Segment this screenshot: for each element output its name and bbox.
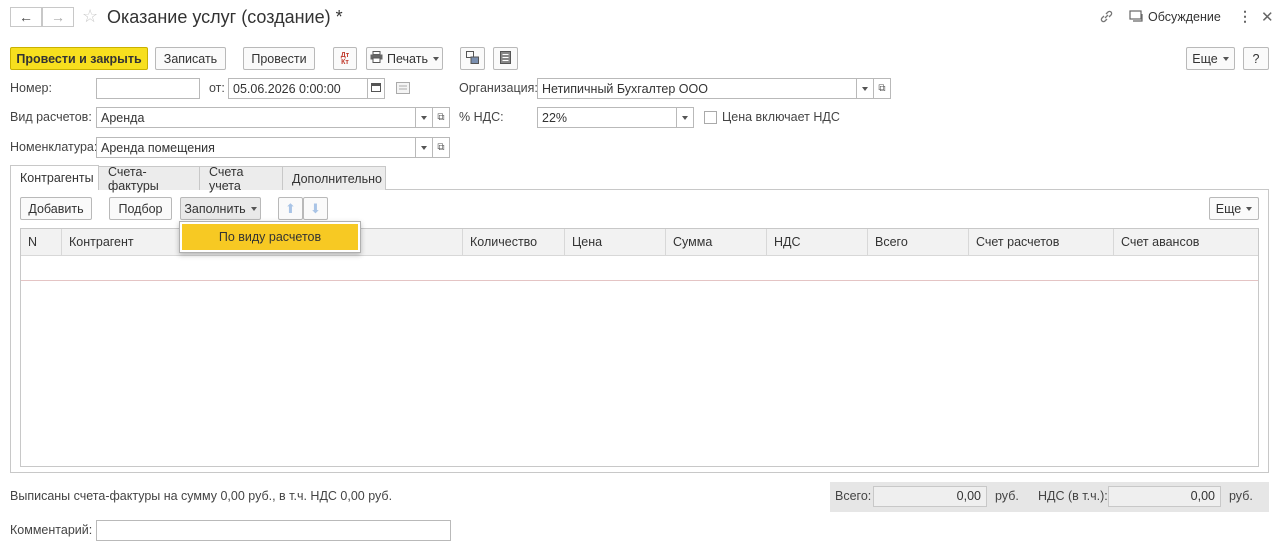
post-and-close-button[interactable]: Провести и закрыть bbox=[10, 47, 148, 70]
comment-field[interactable] bbox=[96, 520, 451, 541]
chevron-down-icon bbox=[421, 115, 427, 120]
tab-counterparties[interactable]: Контрагенты bbox=[10, 165, 99, 190]
price-incl-vat-checkbox[interactable] bbox=[704, 111, 717, 124]
chevron-down-icon bbox=[862, 86, 868, 91]
calc-type-label: Вид расчетов: bbox=[10, 110, 92, 124]
date-field[interactable]: 05.06.2026 0:00:00 bbox=[228, 78, 368, 99]
post-button[interactable]: Провести bbox=[243, 47, 315, 70]
nomenclature-open-button[interactable]: ⧉ bbox=[432, 137, 450, 158]
document-settings-icon[interactable] bbox=[396, 82, 410, 97]
back-button[interactable]: ← bbox=[10, 7, 42, 27]
column-header-sum[interactable]: Сумма bbox=[666, 229, 767, 255]
number-field[interactable] bbox=[96, 78, 200, 99]
nomenclature-label: Номенклатура: bbox=[10, 140, 98, 154]
more-button[interactable]: Еще bbox=[1186, 47, 1235, 70]
vat-currency: руб. bbox=[1229, 489, 1253, 503]
favorite-star-icon[interactable]: ☆ bbox=[82, 6, 98, 27]
date-from-label: от: bbox=[209, 81, 225, 95]
calendar-icon bbox=[371, 82, 381, 95]
nomenclature-dropdown-button[interactable] bbox=[415, 137, 433, 158]
calc-type-open-button[interactable]: ⧉ bbox=[432, 107, 450, 128]
chevron-down-icon bbox=[682, 115, 688, 120]
arrow-left-icon: ← bbox=[19, 9, 33, 25]
vat-label: % НДС: bbox=[459, 110, 504, 124]
tab-accounts[interactable]: Счета учета bbox=[199, 165, 283, 193]
fill-dropdown-menu: По виду расчетов bbox=[179, 221, 361, 253]
column-header-total[interactable]: Всего bbox=[868, 229, 969, 255]
comment-label: Комментарий: bbox=[10, 523, 93, 537]
calc-type-field[interactable]: Аренда bbox=[96, 107, 416, 128]
more-vertical-icon[interactable]: ⋮ bbox=[1238, 8, 1252, 25]
open-icon: ⧉ bbox=[437, 112, 445, 123]
table-row[interactable] bbox=[21, 256, 1258, 281]
menu-item-by-calc-type[interactable]: По виду расчетов bbox=[182, 224, 358, 250]
link-icon[interactable] bbox=[1099, 9, 1114, 27]
open-icon: ⧉ bbox=[437, 142, 445, 153]
total-label: Всего: bbox=[835, 489, 872, 503]
discussion-link[interactable]: Обсуждение bbox=[1148, 10, 1221, 24]
report-icon bbox=[500, 50, 511, 67]
org-open-button[interactable]: ⧉ bbox=[873, 78, 891, 99]
price-incl-vat-label[interactable]: Цена включает НДС bbox=[722, 110, 840, 124]
vat-dropdown-button[interactable] bbox=[676, 107, 694, 128]
invoices-summary-text: Выписаны счета-фактуры на сумму 0,00 руб… bbox=[10, 489, 393, 503]
tab-additional[interactable]: Дополнительно bbox=[282, 166, 386, 190]
table-more-button-label: Еще bbox=[1215, 201, 1242, 216]
fill-button-label: Заполнить bbox=[184, 201, 246, 216]
printer-icon bbox=[370, 51, 383, 66]
dt-kt-button[interactable]: Дт Кт bbox=[333, 47, 357, 70]
page-title: Оказание услуг (создание) * bbox=[107, 7, 343, 27]
dt-kt-icon: Дт Кт bbox=[340, 51, 350, 66]
arrow-down-icon: ⬇ bbox=[310, 200, 321, 216]
nomenclature-field[interactable]: Аренда помещения bbox=[96, 137, 416, 158]
column-header-price[interactable]: Цена bbox=[565, 229, 666, 255]
chevron-down-icon bbox=[421, 145, 427, 150]
more-button-label: Еще bbox=[1192, 51, 1218, 66]
org-field[interactable]: Нетипичный Бухгалтер ООО bbox=[537, 78, 857, 99]
help-button[interactable]: ? bbox=[1243, 47, 1269, 70]
forward-button[interactable]: → bbox=[42, 7, 74, 27]
report-button[interactable] bbox=[493, 47, 518, 70]
structure-icon bbox=[466, 50, 479, 67]
column-header-quantity[interactable]: Количество bbox=[463, 229, 565, 255]
save-button[interactable]: Записать bbox=[155, 47, 226, 70]
arrow-up-icon: ⬆ bbox=[285, 200, 296, 216]
arrow-right-icon: → bbox=[51, 9, 65, 25]
add-button[interactable]: Добавить bbox=[20, 197, 92, 220]
discussion-icon[interactable] bbox=[1129, 10, 1144, 26]
tab-invoices[interactable]: Счета-фактуры bbox=[98, 165, 200, 193]
print-button[interactable]: Печать bbox=[366, 47, 443, 70]
structure-button[interactable] bbox=[460, 47, 485, 70]
number-label: Номер: bbox=[10, 81, 52, 95]
vat-incl-label: НДС (в т.ч.): bbox=[1038, 489, 1108, 503]
vat-field[interactable]: 22% bbox=[537, 107, 677, 128]
open-icon: ⧉ bbox=[878, 83, 886, 94]
column-header-n[interactable]: N bbox=[21, 229, 62, 255]
fill-button[interactable]: Заполнить bbox=[180, 197, 261, 220]
print-button-label: Печать bbox=[387, 51, 428, 66]
vat-incl-value: 0,00 bbox=[1108, 486, 1221, 507]
org-dropdown-button[interactable] bbox=[856, 78, 874, 99]
total-value: 0,00 bbox=[873, 486, 987, 507]
column-header-advance-account[interactable]: Счет авансов bbox=[1114, 229, 1258, 255]
counterparties-table[interactable]: N Контрагент Количество Цена Сумма НДС В… bbox=[20, 228, 1259, 467]
total-currency: руб. bbox=[995, 489, 1019, 503]
calc-type-dropdown-button[interactable] bbox=[415, 107, 433, 128]
column-header-settlement-account[interactable]: Счет расчетов bbox=[969, 229, 1114, 255]
close-icon[interactable]: ✕ bbox=[1261, 8, 1274, 26]
column-header-vat[interactable]: НДС bbox=[767, 229, 868, 255]
move-up-button[interactable]: ⬆ bbox=[278, 197, 303, 220]
move-down-button[interactable]: ⬇ bbox=[303, 197, 328, 220]
table-more-button[interactable]: Еще bbox=[1209, 197, 1259, 220]
org-label: Организация: bbox=[459, 81, 538, 95]
calendar-button[interactable] bbox=[367, 78, 385, 99]
selection-button[interactable]: Подбор bbox=[109, 197, 172, 220]
